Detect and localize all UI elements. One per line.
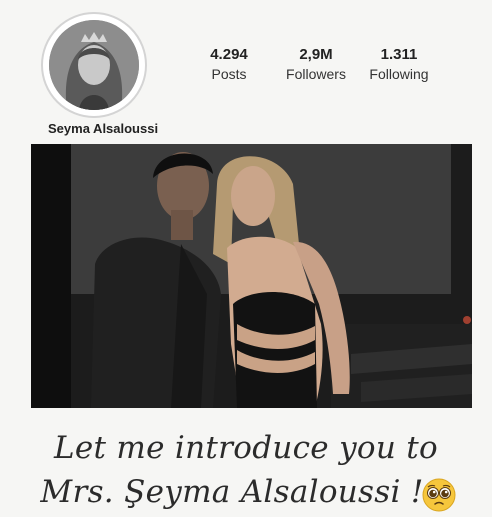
profile-stats: 4.294 Posts 2,9M Followers 1.311 Followi… — [190, 46, 460, 90]
profile-avatar-ring[interactable] — [41, 12, 147, 118]
pleading-face-icon — [422, 478, 456, 512]
avatar[interactable] — [49, 20, 139, 110]
avatar-photo — [49, 20, 139, 110]
couple-photo — [31, 144, 472, 408]
profile-username: Seyma Alsaloussi — [48, 121, 159, 136]
posts-count: 4.294 — [210, 46, 248, 63]
following-label: Following — [369, 66, 429, 82]
followers-label: Followers — [286, 66, 346, 82]
posts-label: Posts — [211, 66, 247, 82]
followers-stat[interactable]: 2,9M Followers — [276, 46, 356, 84]
profile-header: 4.294 Posts 2,9M Followers 1.311 Followi… — [0, 0, 492, 140]
caption-line-2: Mrs. Şeyma Alsaloussi ! — [40, 474, 424, 510]
following-count: 1.311 — [380, 46, 418, 63]
following-stat[interactable]: 1.311 Following — [360, 46, 438, 84]
caption-line-1: Let me introduce you to — [53, 430, 439, 466]
followers-count: 2,9M — [299, 46, 333, 63]
posts-stat[interactable]: 4.294 Posts — [190, 46, 268, 84]
post-photo[interactable] — [31, 144, 472, 408]
